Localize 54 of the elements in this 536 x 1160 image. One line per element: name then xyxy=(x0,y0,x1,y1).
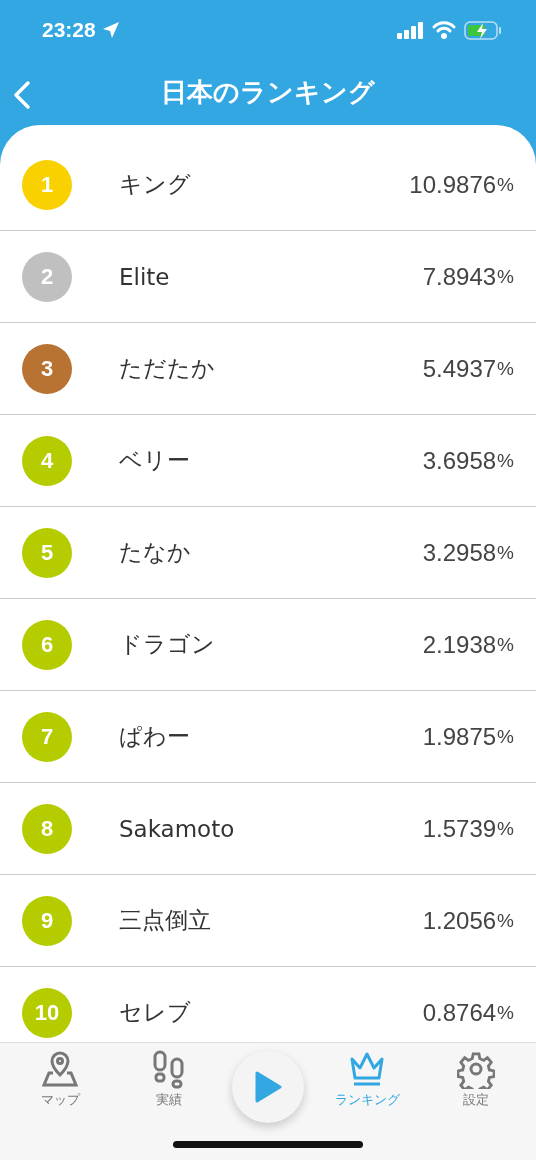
battery-icon xyxy=(464,20,502,40)
player-name: キング xyxy=(119,170,192,199)
percentage-value: 3.6958 xyxy=(422,446,497,475)
percentage-value: 2.1938 xyxy=(422,630,497,659)
rank-badge: 3 xyxy=(22,343,72,394)
percent-sign: % xyxy=(497,173,514,196)
rank-badge: 4 xyxy=(22,435,72,486)
rank-badge: 1 xyxy=(22,159,72,210)
player-name: セレブ xyxy=(119,998,192,1027)
tab-item[interactable]: ランキング xyxy=(322,1049,413,1123)
location-arrow-icon xyxy=(101,21,120,39)
percent-sign: % xyxy=(497,817,514,840)
tab-item[interactable]: 設定 xyxy=(430,1049,521,1123)
player-name: Elite xyxy=(119,263,171,290)
percentage-value: 0.8764 xyxy=(422,998,497,1027)
percentage-value: 1.9875 xyxy=(422,722,497,751)
player-name: ぱわー xyxy=(119,722,191,751)
player-name: Sakamoto xyxy=(119,815,236,842)
rank-badge: 5 xyxy=(22,527,72,578)
wifi-icon xyxy=(432,21,456,39)
player-name: ベリー xyxy=(119,446,191,475)
play-icon xyxy=(253,1071,282,1103)
percentage-value: 10.9876 xyxy=(409,170,497,199)
rank-badge: 10 xyxy=(22,987,72,1038)
player-name: ドラゴン xyxy=(119,630,216,659)
player-name: 三点倒立 xyxy=(119,906,212,935)
percentage-value: 1.5739 xyxy=(422,814,497,843)
percentage-value: 7.8943 xyxy=(422,262,497,291)
signal-icon xyxy=(397,21,424,39)
status-time: 23:28 xyxy=(42,18,96,42)
player-name: たなか xyxy=(119,538,192,567)
rank-badge: 8 xyxy=(22,803,72,854)
percentage-value: 1.2056 xyxy=(422,906,497,935)
settings-icon xyxy=(456,1049,495,1089)
play-button[interactable] xyxy=(231,1051,304,1123)
percent-sign: % xyxy=(497,449,514,472)
screen-title: 日本のランキング xyxy=(161,76,375,109)
percent-sign: % xyxy=(497,633,514,656)
percent-sign: % xyxy=(497,541,514,564)
percent-sign: % xyxy=(497,909,514,932)
rank-badge: 2 xyxy=(22,251,72,302)
percentage-value: 3.2958 xyxy=(422,538,497,567)
percent-sign: % xyxy=(497,1001,514,1024)
rank-badge: 6 xyxy=(22,619,72,670)
percentage-value: 5.4937 xyxy=(422,354,497,383)
rank-badge: 9 xyxy=(22,895,72,946)
percent-sign: % xyxy=(497,725,514,748)
percent-sign: % xyxy=(497,265,514,288)
rank-badge: 7 xyxy=(22,711,72,762)
tab-item[interactable]: マップ xyxy=(15,1049,106,1123)
tab-item[interactable]: 実績 xyxy=(123,1049,214,1123)
percent-sign: % xyxy=(497,357,514,380)
player-name: ただたか xyxy=(119,354,216,383)
map-pin-icon xyxy=(41,1049,80,1089)
